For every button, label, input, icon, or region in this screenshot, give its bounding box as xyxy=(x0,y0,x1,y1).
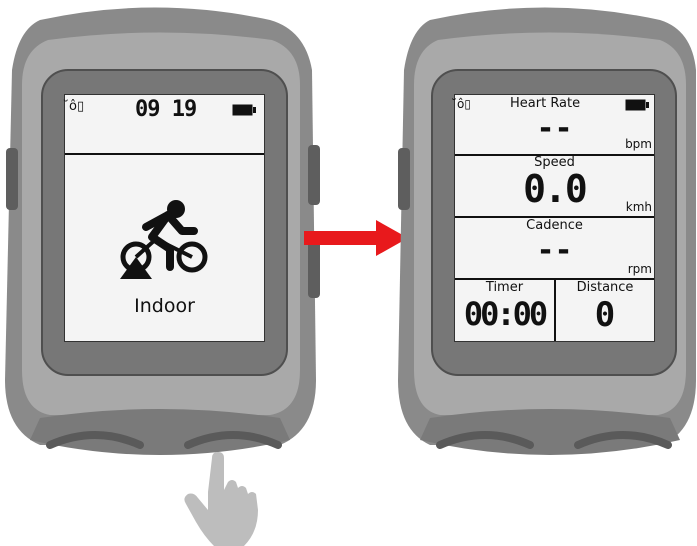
cadence-label: Cadence xyxy=(526,218,583,233)
speed-value: 0.0 xyxy=(523,167,588,211)
right-screen: ̆ô▯ Heart Rate -- bpm Speed 0.0 kmh Cade… xyxy=(454,94,655,342)
timer-label: Timer xyxy=(485,280,524,295)
distance-value: 0 xyxy=(594,295,616,335)
left-device: ̆ô▯ 09 19 Indoor xyxy=(0,0,330,470)
battery-icon xyxy=(625,99,649,111)
status-divider xyxy=(65,153,264,155)
indoor-cycling-icon xyxy=(120,200,208,279)
distance-label: Distance xyxy=(576,280,634,295)
right-device: ̆ô▯ Heart Rate -- bpm Speed 0.0 kmh Cade… xyxy=(390,0,697,470)
cadence-unit: rpm xyxy=(627,262,652,276)
battery-icon xyxy=(232,104,256,116)
pointing-hand-icon xyxy=(184,452,258,546)
left-screen: ̆ô▯ 09 19 Indoor xyxy=(64,94,265,342)
clock-time: 09 19 xyxy=(135,97,197,122)
signal-indicator: ̆ô▯ xyxy=(457,97,471,111)
heart-rate-label: Heart Rate xyxy=(510,96,581,111)
timer-value: 00:00 xyxy=(463,295,548,333)
speed-unit: kmh xyxy=(625,200,652,214)
heart-rate-unit: bpm xyxy=(625,137,652,151)
cadence-value: -- xyxy=(536,233,573,268)
mode-label: Indoor xyxy=(134,295,195,317)
signal-indicator: ̆ô▯ xyxy=(69,99,85,114)
